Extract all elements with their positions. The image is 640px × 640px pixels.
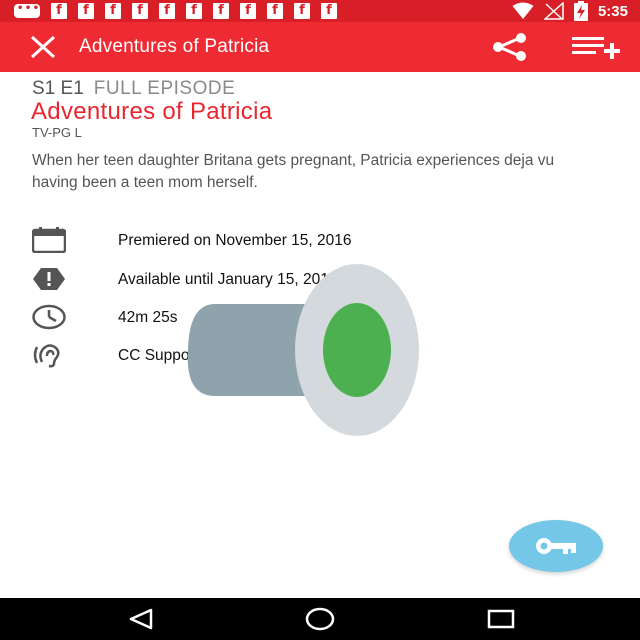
facebook-icon: f <box>294 3 310 19</box>
facebook-icon: f <box>51 3 67 19</box>
wifi-icon <box>512 2 534 19</box>
facebook-icon: f <box>213 3 229 19</box>
facebook-icon: f <box>105 3 121 19</box>
key-fab-button[interactable] <box>509 520 603 572</box>
recents-icon[interactable] <box>487 609 515 629</box>
alert-icon <box>33 268 65 290</box>
episode-description: When her teen daughter Britana gets preg… <box>32 152 555 191</box>
key-icon <box>536 538 576 554</box>
notification-icons: f f f f f f f f f f f <box>14 1 337 19</box>
toolbar-title: Adventures of Patricia <box>79 36 270 57</box>
facebook-icon: f <box>267 3 283 19</box>
premiere-date: Premiered on November 15, 2016 <box>118 232 352 249</box>
episode-type: FULL EPISODE <box>93 78 236 99</box>
add-to-queue-icon[interactable] <box>570 34 622 60</box>
facebook-icon: f <box>78 3 94 19</box>
system-nav-bar <box>0 598 640 640</box>
facebook-icon: f <box>321 3 337 19</box>
status-bar: f f f f f f f f f f f 5:35 <box>0 0 640 22</box>
status-time: 5:35 <box>597 2 628 20</box>
hearing-icon <box>33 344 60 368</box>
facebook-icon: f <box>159 3 175 19</box>
facebook-icon: f <box>132 3 148 19</box>
episode-title: Adventures of Patricia <box>31 98 273 125</box>
facebook-icon: f <box>240 3 256 19</box>
home-icon[interactable] <box>305 607 335 631</box>
system-icons: 5:35 <box>512 1 628 21</box>
back-icon[interactable] <box>128 608 154 630</box>
message-icon <box>14 1 40 18</box>
app-toolbar: Adventures of Patricia <box>0 22 640 72</box>
season-episode: S1 E1 <box>32 78 84 99</box>
signal-off-icon <box>543 2 564 20</box>
episode-meta: S1 E1 FULL EPISODE <box>32 78 235 100</box>
tv-rating: TV-PG L <box>32 125 82 140</box>
duration: 42m 25s <box>118 309 178 326</box>
clock-icon <box>32 304 66 330</box>
facebook-icon: f <box>186 3 202 19</box>
overlay-cylinder-graphic <box>187 264 419 436</box>
close-icon[interactable] <box>28 34 58 60</box>
share-icon[interactable] <box>490 33 528 61</box>
calendar-icon <box>32 227 66 253</box>
battery-charging-icon <box>573 1 588 21</box>
detail-row-premiere: Premiered on November 15, 2016 <box>0 227 640 257</box>
